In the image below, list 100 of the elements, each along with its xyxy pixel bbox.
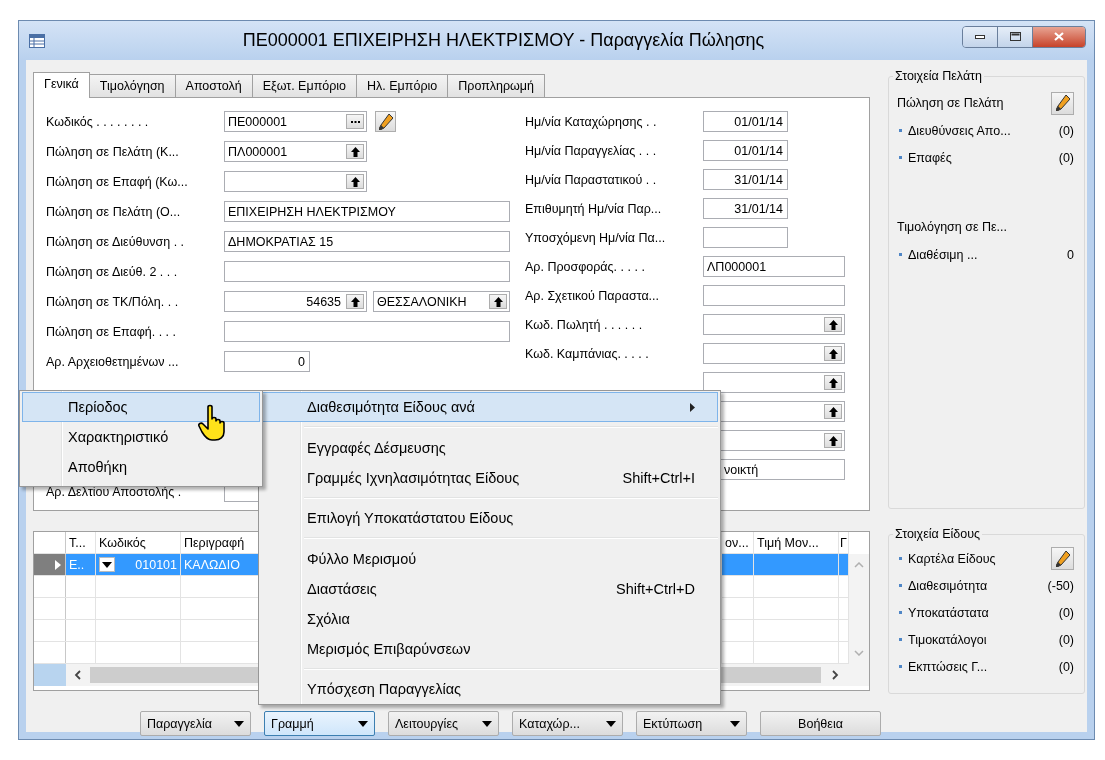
field-label: Αρ. Σχετικού Παραστα... xyxy=(525,288,661,303)
lookup-button[interactable] xyxy=(824,433,842,448)
menu-item[interactable]: Υπόσχεση Παραγγελίας xyxy=(261,674,718,704)
input-field[interactable] xyxy=(703,343,845,364)
date-field[interactable] xyxy=(703,227,788,248)
date-field[interactable]: 31/01/14 xyxy=(703,198,788,219)
menu-button[interactable]: Λειτουργίες xyxy=(388,711,499,736)
section-heading: Πώληση σε Πελάτη xyxy=(897,96,1004,110)
link[interactable]: Εκπτώσεις Γ... xyxy=(908,659,988,674)
field-label: Ημ/νία Καταχώρησης . . xyxy=(525,114,658,129)
menu-item[interactable]: Διαστάσεις Shift+Ctrl+D xyxy=(261,573,718,604)
input-field[interactable]: ΠΛ000001 xyxy=(224,141,367,162)
input-field[interactable]: ΠΕ000001 xyxy=(224,111,367,132)
date-field[interactable]: 01/01/14 xyxy=(703,111,788,132)
edit-button[interactable] xyxy=(1051,91,1074,115)
field-label: Πώληση σε Διεύθ. 2 . . . xyxy=(46,264,179,279)
count-label: (0) xyxy=(1058,150,1074,165)
up-arrow-icon xyxy=(828,319,838,330)
column-header[interactable]: ον... xyxy=(722,532,754,553)
link[interactable]: Επαφές xyxy=(908,150,952,165)
tab[interactable]: Προπληρωμή xyxy=(447,74,545,97)
input-field[interactable] xyxy=(224,261,510,282)
input-field[interactable] xyxy=(703,314,845,335)
link[interactable]: Διευθύνσεις Απο... xyxy=(908,123,1011,138)
current-row-icon xyxy=(55,559,61,570)
link[interactable]: Τιμοκατάλογοι xyxy=(908,632,987,647)
edit-button[interactable] xyxy=(375,111,396,132)
field-label: Αρ. Αρχειοθετημένων ... xyxy=(46,354,180,369)
menu-item[interactable]: Επιλογή Υποκατάστατου Είδους xyxy=(261,503,718,533)
dropdown-button[interactable] xyxy=(99,557,115,572)
column-header[interactable]: Γ xyxy=(839,532,849,553)
input-field[interactable] xyxy=(224,321,510,342)
menu-button[interactable]: Καταχώρ... xyxy=(512,711,623,736)
field-label: Πώληση σε Επαφή (Κω... xyxy=(46,174,189,189)
lookup-button[interactable] xyxy=(346,174,364,189)
input-field[interactable]: ΔΗΜΟΚΡΑΤΙΑΣ 15 xyxy=(224,231,510,252)
link[interactable]: Διαθέσιμη ... xyxy=(908,247,978,262)
date-field[interactable]: 31/01/14 xyxy=(703,169,788,190)
count-label: (0) xyxy=(1058,123,1074,138)
up-arrow-icon xyxy=(350,146,360,157)
menu-button[interactable]: Γραμμή xyxy=(264,711,375,736)
menu-item[interactable]: Χαρακτηριστικό xyxy=(22,422,260,452)
lookup-button[interactable] xyxy=(824,375,842,390)
tab[interactable]: Γενικά xyxy=(33,72,90,98)
lookup-button[interactable] xyxy=(346,144,364,159)
tab[interactable]: Ηλ. Εμπόριο xyxy=(356,74,449,97)
lookup-button[interactable] xyxy=(824,317,842,332)
input-field[interactable]: ΛΠ000001 xyxy=(703,256,845,277)
vertical-scrollbar[interactable] xyxy=(849,554,869,664)
input-field[interactable]: ΕΠΙΧΕΙΡΗΣΗ ΗΛΕΚΤΡΙΣΜΟΥ xyxy=(224,201,510,222)
group-title: Στοιχεία Πελάτη xyxy=(894,69,983,83)
ellipsis-button[interactable] xyxy=(346,114,364,129)
bullet-icon xyxy=(899,156,902,159)
group-title: Στοιχεία Είδους xyxy=(894,527,982,541)
lookup-button[interactable] xyxy=(824,346,842,361)
date-field[interactable]: 01/01/14 xyxy=(703,140,788,161)
input-field[interactable] xyxy=(224,171,367,192)
menu-item[interactable]: Περίοδος xyxy=(22,392,260,422)
column-header[interactable]: Τ... xyxy=(66,532,96,553)
scroll-left-icon[interactable] xyxy=(74,670,82,680)
input-field[interactable] xyxy=(703,285,845,306)
field-label: Πώληση σε Διεύθυνση . . xyxy=(46,234,186,249)
tab[interactable]: Εξωτ. Εμπόριο xyxy=(251,74,358,97)
tab[interactable]: Αποστολή xyxy=(174,74,253,97)
caret-icon xyxy=(358,720,368,727)
input-field[interactable]: 54635 xyxy=(224,291,367,312)
edit-button[interactable] xyxy=(1051,547,1074,570)
link[interactable]: Καρτέλα Είδους xyxy=(908,551,996,566)
lookup-button[interactable] xyxy=(824,404,842,419)
input-field[interactable]: ΘΕΣΣΑΛΟΝΙΚΗ xyxy=(373,291,510,312)
link[interactable]: Διαθεσιμότητα xyxy=(908,578,988,593)
menu-item[interactable]: Σχόλια xyxy=(261,603,718,634)
input-field[interactable] xyxy=(703,372,845,393)
bullet-icon xyxy=(899,638,902,641)
scrollbar-corner xyxy=(34,664,66,686)
caret-icon xyxy=(102,561,112,568)
lookup-button[interactable] xyxy=(489,294,507,309)
close-button[interactable] xyxy=(1033,26,1085,47)
section-heading: Τιμολόγηση σε Πε... xyxy=(897,220,1007,234)
minimize-button[interactable] xyxy=(963,26,998,47)
menu-item[interactable]: Αποθήκη xyxy=(22,452,260,482)
column-header[interactable]: Τιμή Μον... xyxy=(754,532,839,553)
input-field[interactable]: 0 xyxy=(224,351,310,372)
maximize-button[interactable] xyxy=(998,26,1033,47)
submenu-arrow-icon xyxy=(690,402,695,412)
column-header[interactable]: Κωδικός xyxy=(96,532,181,553)
menu-button[interactable]: Παραγγελία xyxy=(140,711,251,736)
link[interactable]: Υποκατάστατα xyxy=(908,605,989,620)
menu-item[interactable]: Μερισμός Επιβαρύνσεων xyxy=(261,633,718,664)
menu-item[interactable]: Διαθεσιμότητα Είδους ανά xyxy=(261,392,718,422)
scroll-right-icon[interactable] xyxy=(831,670,839,680)
dots-icon xyxy=(350,120,360,123)
close-icon xyxy=(1054,32,1064,41)
menu-button[interactable]: Εκτύπωση xyxy=(636,711,747,736)
tab[interactable]: Τιμολόγηση xyxy=(88,74,176,97)
count-label: (0) xyxy=(1058,632,1074,647)
lookup-button[interactable] xyxy=(346,294,364,309)
up-arrow-icon xyxy=(350,296,360,307)
table-icon xyxy=(29,33,45,48)
push-button[interactable]: Βοήθεια xyxy=(760,711,881,736)
